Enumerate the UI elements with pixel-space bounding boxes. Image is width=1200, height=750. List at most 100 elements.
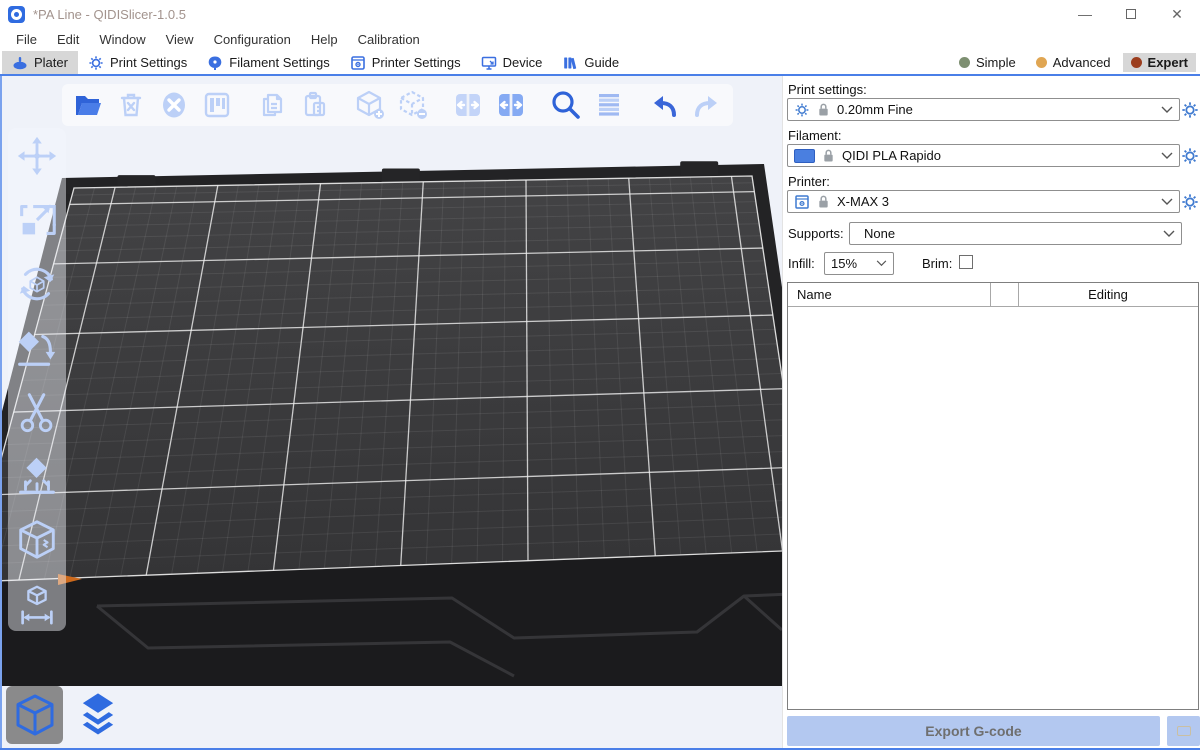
tab-label: Filament Settings: [229, 55, 329, 70]
arrange-button[interactable]: [199, 87, 235, 123]
object-list[interactable]: Name Editing: [787, 282, 1199, 710]
plater-toolbar: [62, 84, 733, 126]
print-settings-value: 0.20mm Fine: [837, 102, 913, 117]
add-instance-button[interactable]: [352, 87, 388, 123]
filament-color-swatch: [794, 149, 815, 163]
undo-icon: [647, 88, 681, 122]
printer-gear-button[interactable]: [1181, 193, 1199, 211]
menu-configuration[interactable]: Configuration: [204, 30, 301, 49]
tab-filament-settings[interactable]: Filament Settings: [197, 51, 339, 74]
split-to-parts-button[interactable]: [493, 87, 529, 123]
gear-icon: [1181, 101, 1199, 119]
menu-help[interactable]: Help: [301, 30, 348, 49]
tab-print-settings[interactable]: Print Settings: [78, 51, 197, 74]
search-icon: [549, 88, 583, 122]
measure-button[interactable]: [12, 580, 62, 627]
printer-combo[interactable]: X-MAX 3: [787, 190, 1180, 213]
print-settings-label: Print settings:: [788, 82, 867, 97]
3d-viewport[interactable]: [2, 76, 782, 748]
menu-edit[interactable]: Edit: [47, 30, 89, 49]
device-icon: [481, 55, 497, 71]
print-bed-scene: [2, 76, 782, 748]
maximize-button[interactable]: [1108, 0, 1154, 28]
delete-button[interactable]: [113, 87, 149, 123]
close-button[interactable]: ✕: [1154, 0, 1200, 28]
open-folder-icon: [72, 89, 104, 121]
export-options-button[interactable]: [1167, 716, 1200, 746]
minimize-button[interactable]: —: [1062, 0, 1108, 28]
print-settings-gear-button[interactable]: [1181, 101, 1199, 119]
search-button[interactable]: [548, 87, 584, 123]
tab-label: Plater: [34, 55, 68, 70]
mode-simple[interactable]: Simple: [951, 53, 1024, 72]
object-list-header: Name Editing: [788, 283, 1198, 307]
chevron-down-icon: [1161, 152, 1173, 160]
redo-button[interactable]: [689, 87, 725, 123]
chevron-down-icon: [876, 260, 887, 267]
measure-icon: [14, 581, 60, 627]
tab-guide[interactable]: Guide: [552, 51, 629, 74]
rotate-icon: [14, 261, 60, 307]
lock-icon: [817, 194, 830, 209]
supports-combo[interactable]: None: [849, 222, 1182, 245]
delete-all-button[interactable]: [156, 87, 192, 123]
chevron-down-icon: [1161, 106, 1173, 114]
split-parts-icon: [495, 89, 527, 121]
preview-button[interactable]: [69, 686, 126, 744]
redo-icon: [690, 88, 724, 122]
remove-instance-button[interactable]: [395, 87, 431, 123]
sd-card-icon: [1177, 726, 1191, 736]
place-on-face-button[interactable]: [12, 324, 62, 371]
filament-combo[interactable]: QIDI PLA Rapido: [787, 144, 1180, 167]
scale-button[interactable]: [12, 196, 62, 243]
printer-label: Printer:: [788, 174, 830, 189]
remove-instance-icon: [396, 88, 430, 122]
mode-expert[interactable]: Expert: [1123, 53, 1196, 72]
infill-label: Infill:: [788, 256, 815, 271]
cut-button[interactable]: [12, 388, 62, 435]
move-button[interactable]: [12, 132, 62, 179]
infill-combo[interactable]: 15%: [824, 252, 894, 275]
copy-button[interactable]: [254, 87, 290, 123]
move-icon: [14, 133, 60, 179]
tab-device[interactable]: Device: [471, 51, 553, 74]
tab-printer-settings[interactable]: Printer Settings: [340, 51, 471, 74]
supports-label: Supports:: [788, 226, 844, 241]
column-editing: Editing: [1018, 287, 1198, 302]
menu-bar: File Edit Window View Configuration Help…: [0, 28, 1200, 51]
paste-button[interactable]: [297, 87, 333, 123]
open-button[interactable]: [70, 87, 106, 123]
app-logo-icon: [8, 6, 25, 23]
brim-checkbox[interactable]: [959, 255, 973, 269]
filament-gear-button[interactable]: [1181, 147, 1199, 165]
infill-value: 15%: [831, 256, 857, 271]
rotate-button[interactable]: [12, 260, 62, 307]
filament-label: Filament:: [788, 128, 841, 143]
scale-icon: [14, 197, 60, 243]
menu-file[interactable]: File: [6, 30, 47, 49]
filament-value: QIDI PLA Rapido: [842, 148, 941, 163]
filament-icon: [207, 55, 223, 71]
export-gcode-button[interactable]: Export G-code: [787, 716, 1160, 746]
split-objects-icon: [452, 89, 484, 121]
tab-label: Printer Settings: [372, 55, 461, 70]
menu-calibration[interactable]: Calibration: [348, 30, 430, 49]
brim-label: Brim:: [922, 256, 952, 271]
gear-icon: [88, 55, 104, 71]
variable-layer-height-button[interactable]: [591, 87, 627, 123]
undo-button[interactable]: [646, 87, 682, 123]
seam-painting-button[interactable]: [12, 516, 62, 563]
split-to-objects-button[interactable]: [450, 87, 486, 123]
chevron-down-icon: [1161, 198, 1173, 206]
tab-plater[interactable]: Plater: [2, 51, 78, 74]
tab-label: Guide: [584, 55, 619, 70]
delete-icon: [115, 89, 147, 121]
print-settings-combo[interactable]: 0.20mm Fine: [787, 98, 1180, 121]
paint-supports-button[interactable]: [12, 452, 62, 499]
gear-icon: [1181, 147, 1199, 165]
menu-window[interactable]: Window: [89, 30, 155, 49]
3d-editor-view-button[interactable]: [6, 686, 63, 744]
mode-advanced[interactable]: Advanced: [1028, 53, 1119, 72]
guide-books-icon: [562, 55, 578, 71]
menu-view[interactable]: View: [156, 30, 204, 49]
